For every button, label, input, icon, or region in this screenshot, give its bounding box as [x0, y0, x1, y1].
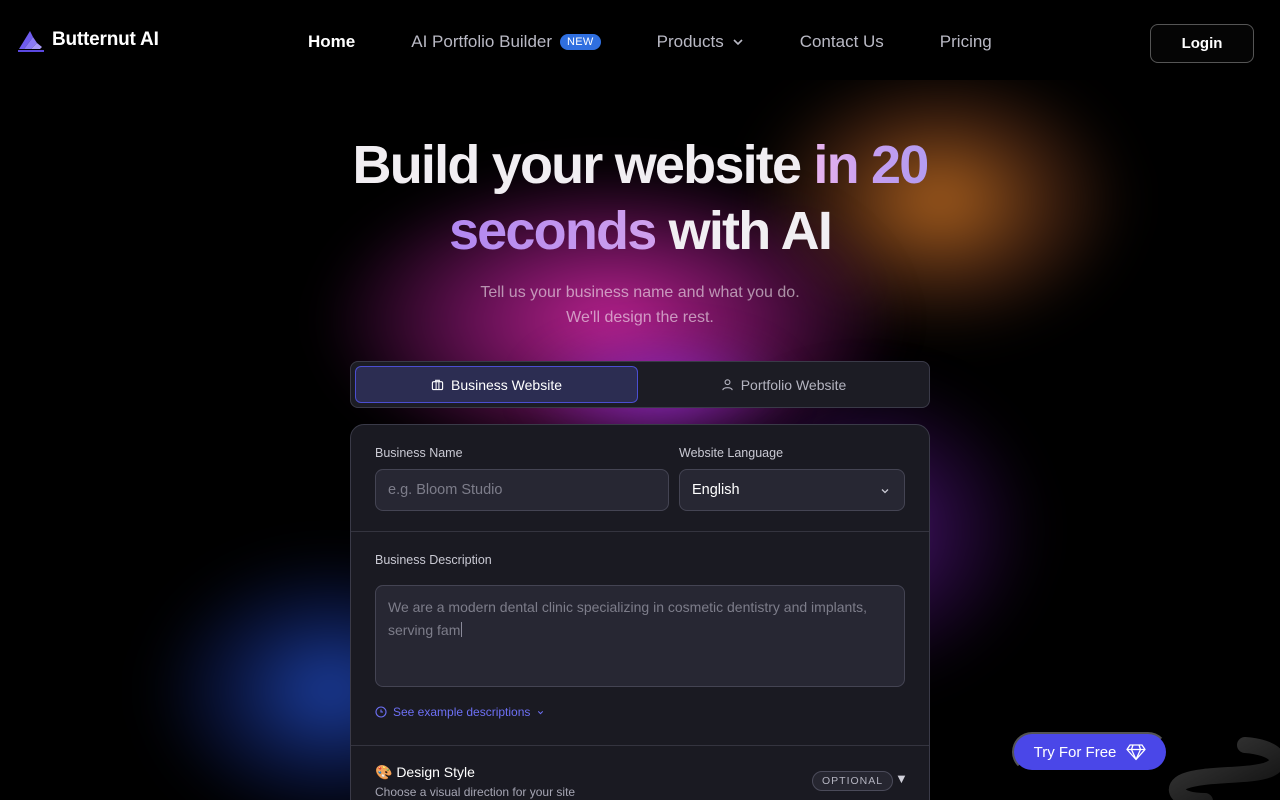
nav-pricing[interactable]: Pricing: [940, 32, 992, 52]
hero-title-part2: with AI: [655, 201, 833, 261]
business-description-textarea[interactable]: We are a modern dental clinic specializi…: [375, 585, 905, 687]
nav-products-label: Products: [656, 32, 724, 51]
optional-badge: OPTIONAL: [812, 771, 894, 791]
expand-triangle-icon[interactable]: ▼: [895, 771, 908, 786]
main-nav: Home AI Portfolio Builder NEW Products C…: [308, 32, 1048, 52]
design-style-title: 🎨 Design Style: [375, 764, 475, 780]
website-form-card: Business Name e.g. Bloom Studio Website …: [350, 424, 930, 800]
design-style-subtitle: Choose a visual direction for your site: [375, 785, 576, 799]
business-name-input[interactable]: e.g. Bloom Studio: [375, 469, 669, 511]
business-name-label: Business Name: [375, 446, 463, 460]
hero-title-highlight1: in 20: [813, 135, 929, 195]
diamond-icon: [1126, 744, 1147, 761]
nav-ai-portfolio-builder[interactable]: AI Portfolio Builder NEW: [411, 32, 601, 52]
decorative-3d-shape: [1169, 737, 1280, 800]
business-description-value: We are a modern dental clinic specializi…: [388, 599, 868, 638]
top-navbar: Butternut AI Home AI Portfolio Builder N…: [0, 0, 1280, 80]
chevron-down-icon: [538, 710, 544, 714]
nav-home[interactable]: Home: [308, 32, 355, 52]
section-divider: [351, 745, 929, 746]
see-example-descriptions-link[interactable]: See example descriptions: [375, 705, 545, 719]
new-badge: NEW: [560, 34, 601, 50]
portfolio-website-label: Portfolio Website: [740, 376, 847, 393]
hero-subtitle-line2: We'll design the rest.: [566, 309, 714, 326]
business-description-label: Business Description: [375, 553, 492, 567]
website-type-toggle: Business Website Portfolio Website: [350, 361, 930, 408]
nav-home-label: Home: [308, 32, 356, 51]
chevron-down-icon: [881, 489, 889, 494]
user-icon: [722, 379, 733, 391]
website-language-select[interactable]: English: [679, 469, 905, 511]
website-language-label: Website Language: [679, 446, 784, 460]
clock-icon: [375, 706, 387, 718]
brand-name: Butternut AI: [52, 29, 159, 50]
business-website-tab[interactable]: Business Website: [355, 366, 638, 403]
briefcase-icon: [431, 379, 444, 391]
text-caret: [461, 622, 463, 637]
hero-subtitle-line1: Tell us your business name and what you …: [480, 284, 800, 301]
hero-title: Build your website in 20 seconds with AI: [0, 132, 1280, 264]
butternut-logo-icon: [18, 31, 44, 52]
try-for-free-button[interactable]: Try For Free: [1012, 732, 1168, 772]
nav-pricing-label: Pricing: [939, 32, 992, 51]
nav-ai-portfolio-label: AI Portfolio Builder: [411, 32, 553, 51]
portfolio-website-tab[interactable]: Portfolio Website: [642, 366, 925, 403]
nav-contact-label: Contact Us: [799, 32, 884, 51]
nav-products[interactable]: Products: [657, 32, 744, 52]
try-for-free-label: Try For Free: [1033, 743, 1117, 761]
chevron-down-icon: [733, 39, 743, 46]
website-language-value: English: [692, 482, 740, 498]
hero-subtitle: Tell us your business name and what you …: [0, 280, 1280, 330]
hero-title-part1: Build your website: [352, 135, 814, 195]
login-button[interactable]: Login: [1150, 24, 1254, 63]
section-divider: [351, 531, 929, 532]
see-examples-label: See example descriptions: [393, 705, 531, 719]
brand-logo[interactable]: Butternut AI: [16, 27, 159, 53]
business-website-label: Business Website: [450, 376, 562, 393]
nav-contact-us[interactable]: Contact Us: [800, 32, 884, 52]
hero-title-highlight2: seconds: [448, 201, 657, 261]
